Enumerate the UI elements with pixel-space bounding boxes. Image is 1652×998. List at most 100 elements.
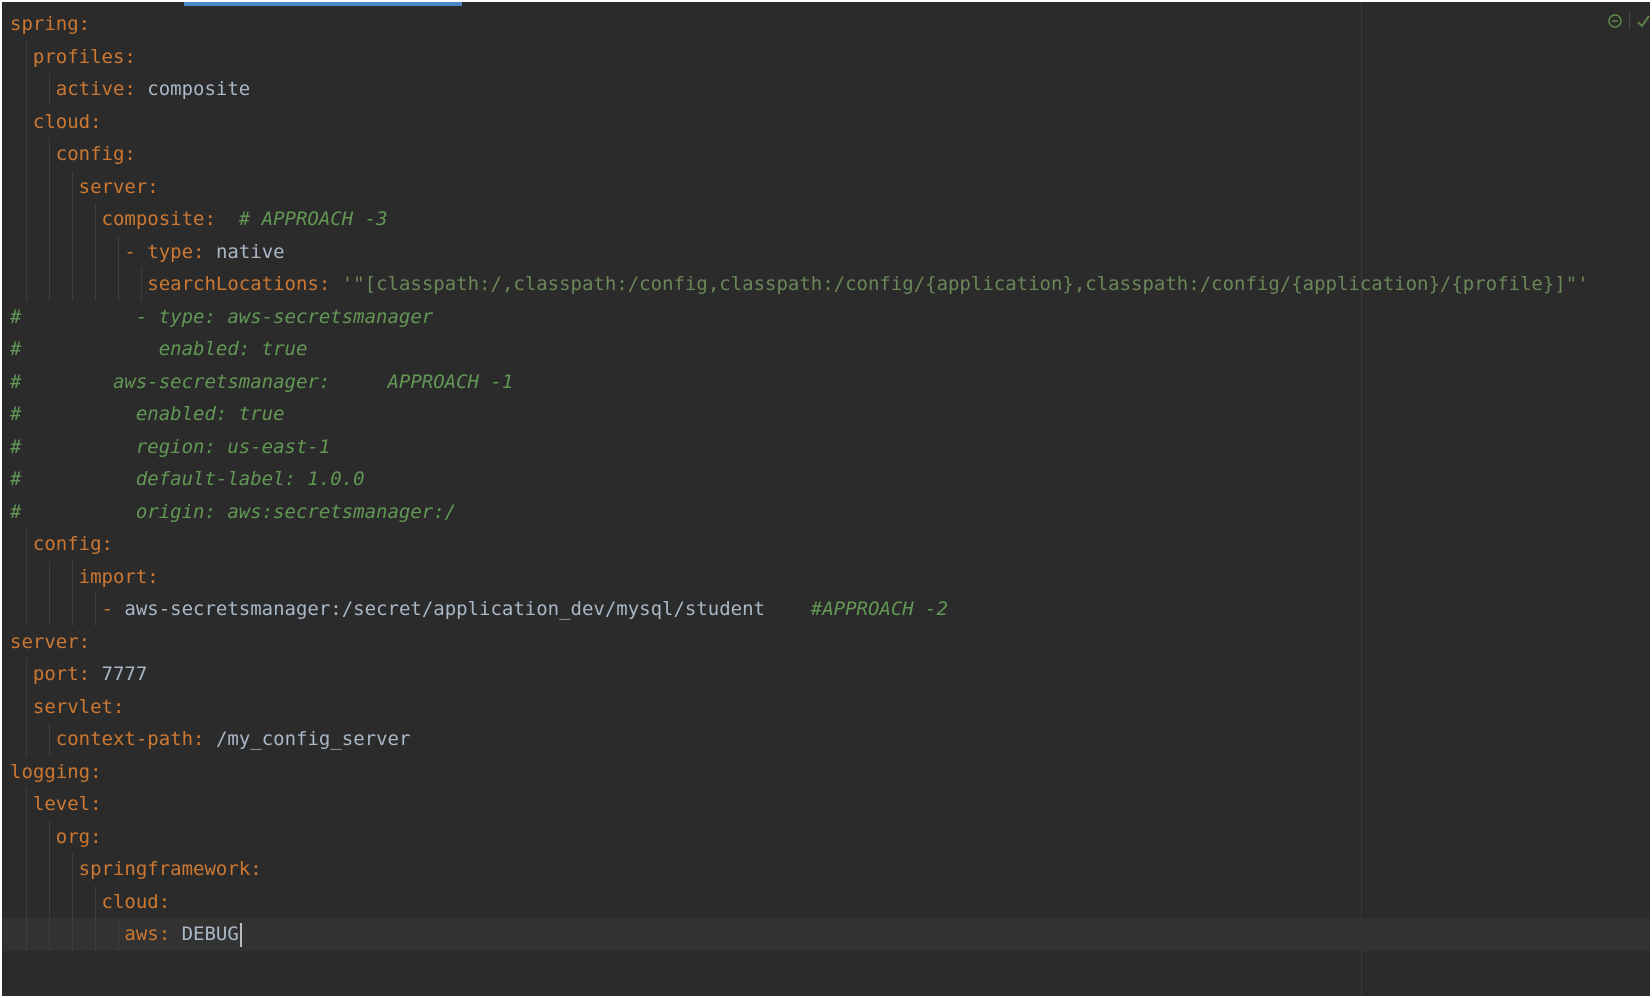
yaml-colon: : [112,695,125,718]
yaml-colon: : [90,825,102,848]
code-line[interactable]: import: [10,560,1650,593]
code-line[interactable]: profiles: [10,40,1650,73]
yaml-key: type [147,240,194,263]
yaml-string: '"[classpath:/,classpath:/config,classpa… [330,273,1589,295]
code-line[interactable]: # - type: aws-secretsmanager [10,301,1650,334]
yaml-key: composite [101,208,205,230]
indent-guide [26,690,27,723]
yaml-colon: : [78,630,91,653]
indent-guide [71,235,73,268]
indent-guide [26,918,27,951]
indent-guide [48,268,50,301]
code-line[interactable]: # origin: aws:secretsmanager:/ [10,496,1650,529]
yaml-colon: : [78,13,91,35]
indent-guide [26,40,27,73]
yaml-colon: : [204,208,216,230]
yaml-comment: # region: us-east-1 [10,435,331,458]
code-line[interactable]: spring: [10,8,1650,41]
indent-guide [26,723,27,756]
yaml-colon: : [90,760,102,783]
code-line[interactable]: searchLocations: '"[classpath:/,classpat… [10,268,1650,301]
yaml-colon: : [90,110,102,133]
yaml-comment: # - type: aws-secretsmanager [10,305,434,328]
yaml-value: composite [135,78,251,100]
indent-guide [94,593,96,626]
yaml-key: config [55,143,125,165]
code-line[interactable]: level: [10,788,1650,821]
indent-guide [71,885,73,918]
indent-guide [48,820,50,853]
code-editor[interactable]: spring: profiles: active: composite clou… [2,2,1650,996]
code-line[interactable]: config: [10,138,1650,171]
yaml-key: springframework [78,858,251,880]
indent-guide [117,918,119,951]
code-line[interactable]: - type: native [10,235,1650,268]
code-line[interactable]: cloud: [10,105,1650,138]
indent-guide [71,918,73,951]
code-line[interactable]: context-path: /my_config_server [10,723,1650,756]
yaml-colon: : [193,728,205,750]
yaml-key: cloud [101,890,159,913]
indent-guide [26,560,27,593]
yaml-comment: # aws-secretsmanager: APPROACH -1 [10,370,514,393]
code-line[interactable]: server: [10,170,1650,203]
yaml-key: context-path [55,728,194,750]
yaml-key: profiles [32,45,125,68]
yaml-comment: # default-label: 1.0.0 [10,468,365,490]
indent-guide [48,885,50,918]
code-line[interactable]: # default-label: 1.0.0 [10,463,1650,496]
indent-guide [94,203,96,236]
code-line[interactable]: active: composite [10,73,1650,106]
indent-guide [71,203,73,236]
indent-guide [48,853,50,886]
code-line[interactable]: logging: [10,756,1650,789]
yaml-key: port [32,663,79,685]
yaml-key: active [55,78,125,100]
code-line[interactable]: port: 7777 [10,658,1650,691]
code-line[interactable]: # enabled: true [10,333,1650,366]
code-line[interactable]: servlet: [10,690,1650,723]
code-line[interactable]: springframework: [10,853,1650,886]
yaml-key: config [32,533,102,555]
indent-guide [48,235,50,268]
code-line[interactable]: cloud: [10,885,1650,918]
yaml-key: level [32,793,91,815]
indent-guide [48,593,50,626]
code-line[interactable]: # region: us-east-1 [10,431,1650,464]
code-line[interactable]: composite: # APPROACH -3 [10,203,1650,236]
indent-guide [94,918,96,951]
yaml-value: native [204,240,285,263]
indent-guide [48,723,50,756]
indent-guide [26,593,27,626]
indent-guide [26,235,27,268]
code-line[interactable]: - aws-secretsmanager:/secret/application… [10,593,1650,626]
code-line[interactable]: # aws-secretsmanager: APPROACH -1 [10,366,1650,399]
indent-guide [140,268,142,301]
yaml-colon: : [318,273,331,295]
yaml-key: logging [10,760,91,783]
yaml-colon: : [124,78,136,100]
indent-guide [48,918,50,951]
code-line[interactable]: org: [10,820,1650,853]
yaml-colon: : [124,45,136,68]
code-line[interactable]: # enabled: true [10,398,1650,431]
yaml-key: org [55,825,91,848]
code-line-current[interactable]: aws: DEBUG [2,918,1650,951]
indent-guide [71,853,73,886]
code-line[interactable]: config: [10,528,1650,561]
yaml-key: spring [10,13,79,35]
yaml-value: DEBUG [170,923,239,945]
indent-guide [26,203,27,236]
code-content[interactable]: spring: profiles: active: composite clou… [2,8,1650,951]
yaml-colon: : [147,565,159,588]
code-line[interactable]: server: [10,626,1650,659]
